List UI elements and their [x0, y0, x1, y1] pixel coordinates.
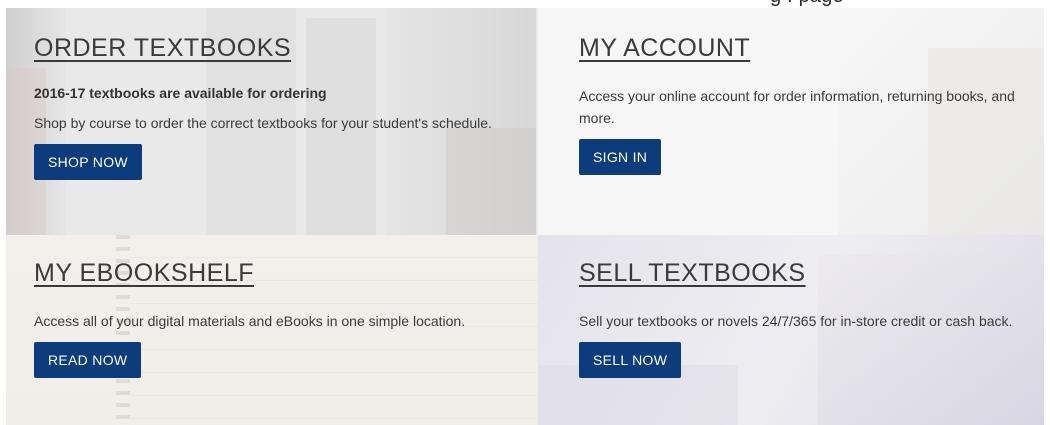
sell-textbooks-heading[interactable]: SELL TEXTBOOKS: [579, 259, 806, 288]
my-account-heading[interactable]: MY ACCOUNT: [579, 34, 750, 63]
my-ebookshelf-heading[interactable]: MY EBOOKSHELF: [34, 259, 254, 288]
my-ebookshelf-card: MY EBOOKSHELF Access all of your digital…: [6, 235, 538, 425]
order-textbooks-subtitle: 2016-17 textbooks are available for orde…: [34, 85, 327, 101]
read-now-button[interactable]: READ NOW: [34, 342, 142, 378]
my-account-description: Access your online account for order inf…: [579, 88, 1015, 126]
sell-textbooks-description: Sell your textbooks or novels 24/7/365 f…: [579, 313, 1013, 329]
shop-now-button[interactable]: SHOP NOW: [34, 144, 142, 180]
order-textbooks-card: ORDER TEXTBOOKS 2016-17 textbooks are av…: [6, 8, 538, 235]
order-textbooks-description: Shop by course to order the correct text…: [34, 115, 492, 131]
cropped-header-strip: g . page: [0, 0, 1050, 8]
sign-in-button[interactable]: SIGN IN: [579, 139, 662, 175]
my-account-card: MY ACCOUNT Access your online account fo…: [538, 8, 1044, 235]
my-ebookshelf-description: Access all of your digital materials and…: [34, 313, 466, 329]
sell-textbooks-card: SELL TEXTBOOKS Sell your textbooks or no…: [538, 235, 1044, 425]
cropped-header-text: g . page: [770, 0, 844, 8]
order-textbooks-heading[interactable]: ORDER TEXTBOOKS: [34, 34, 291, 63]
sell-now-button[interactable]: SELL NOW: [579, 342, 682, 378]
